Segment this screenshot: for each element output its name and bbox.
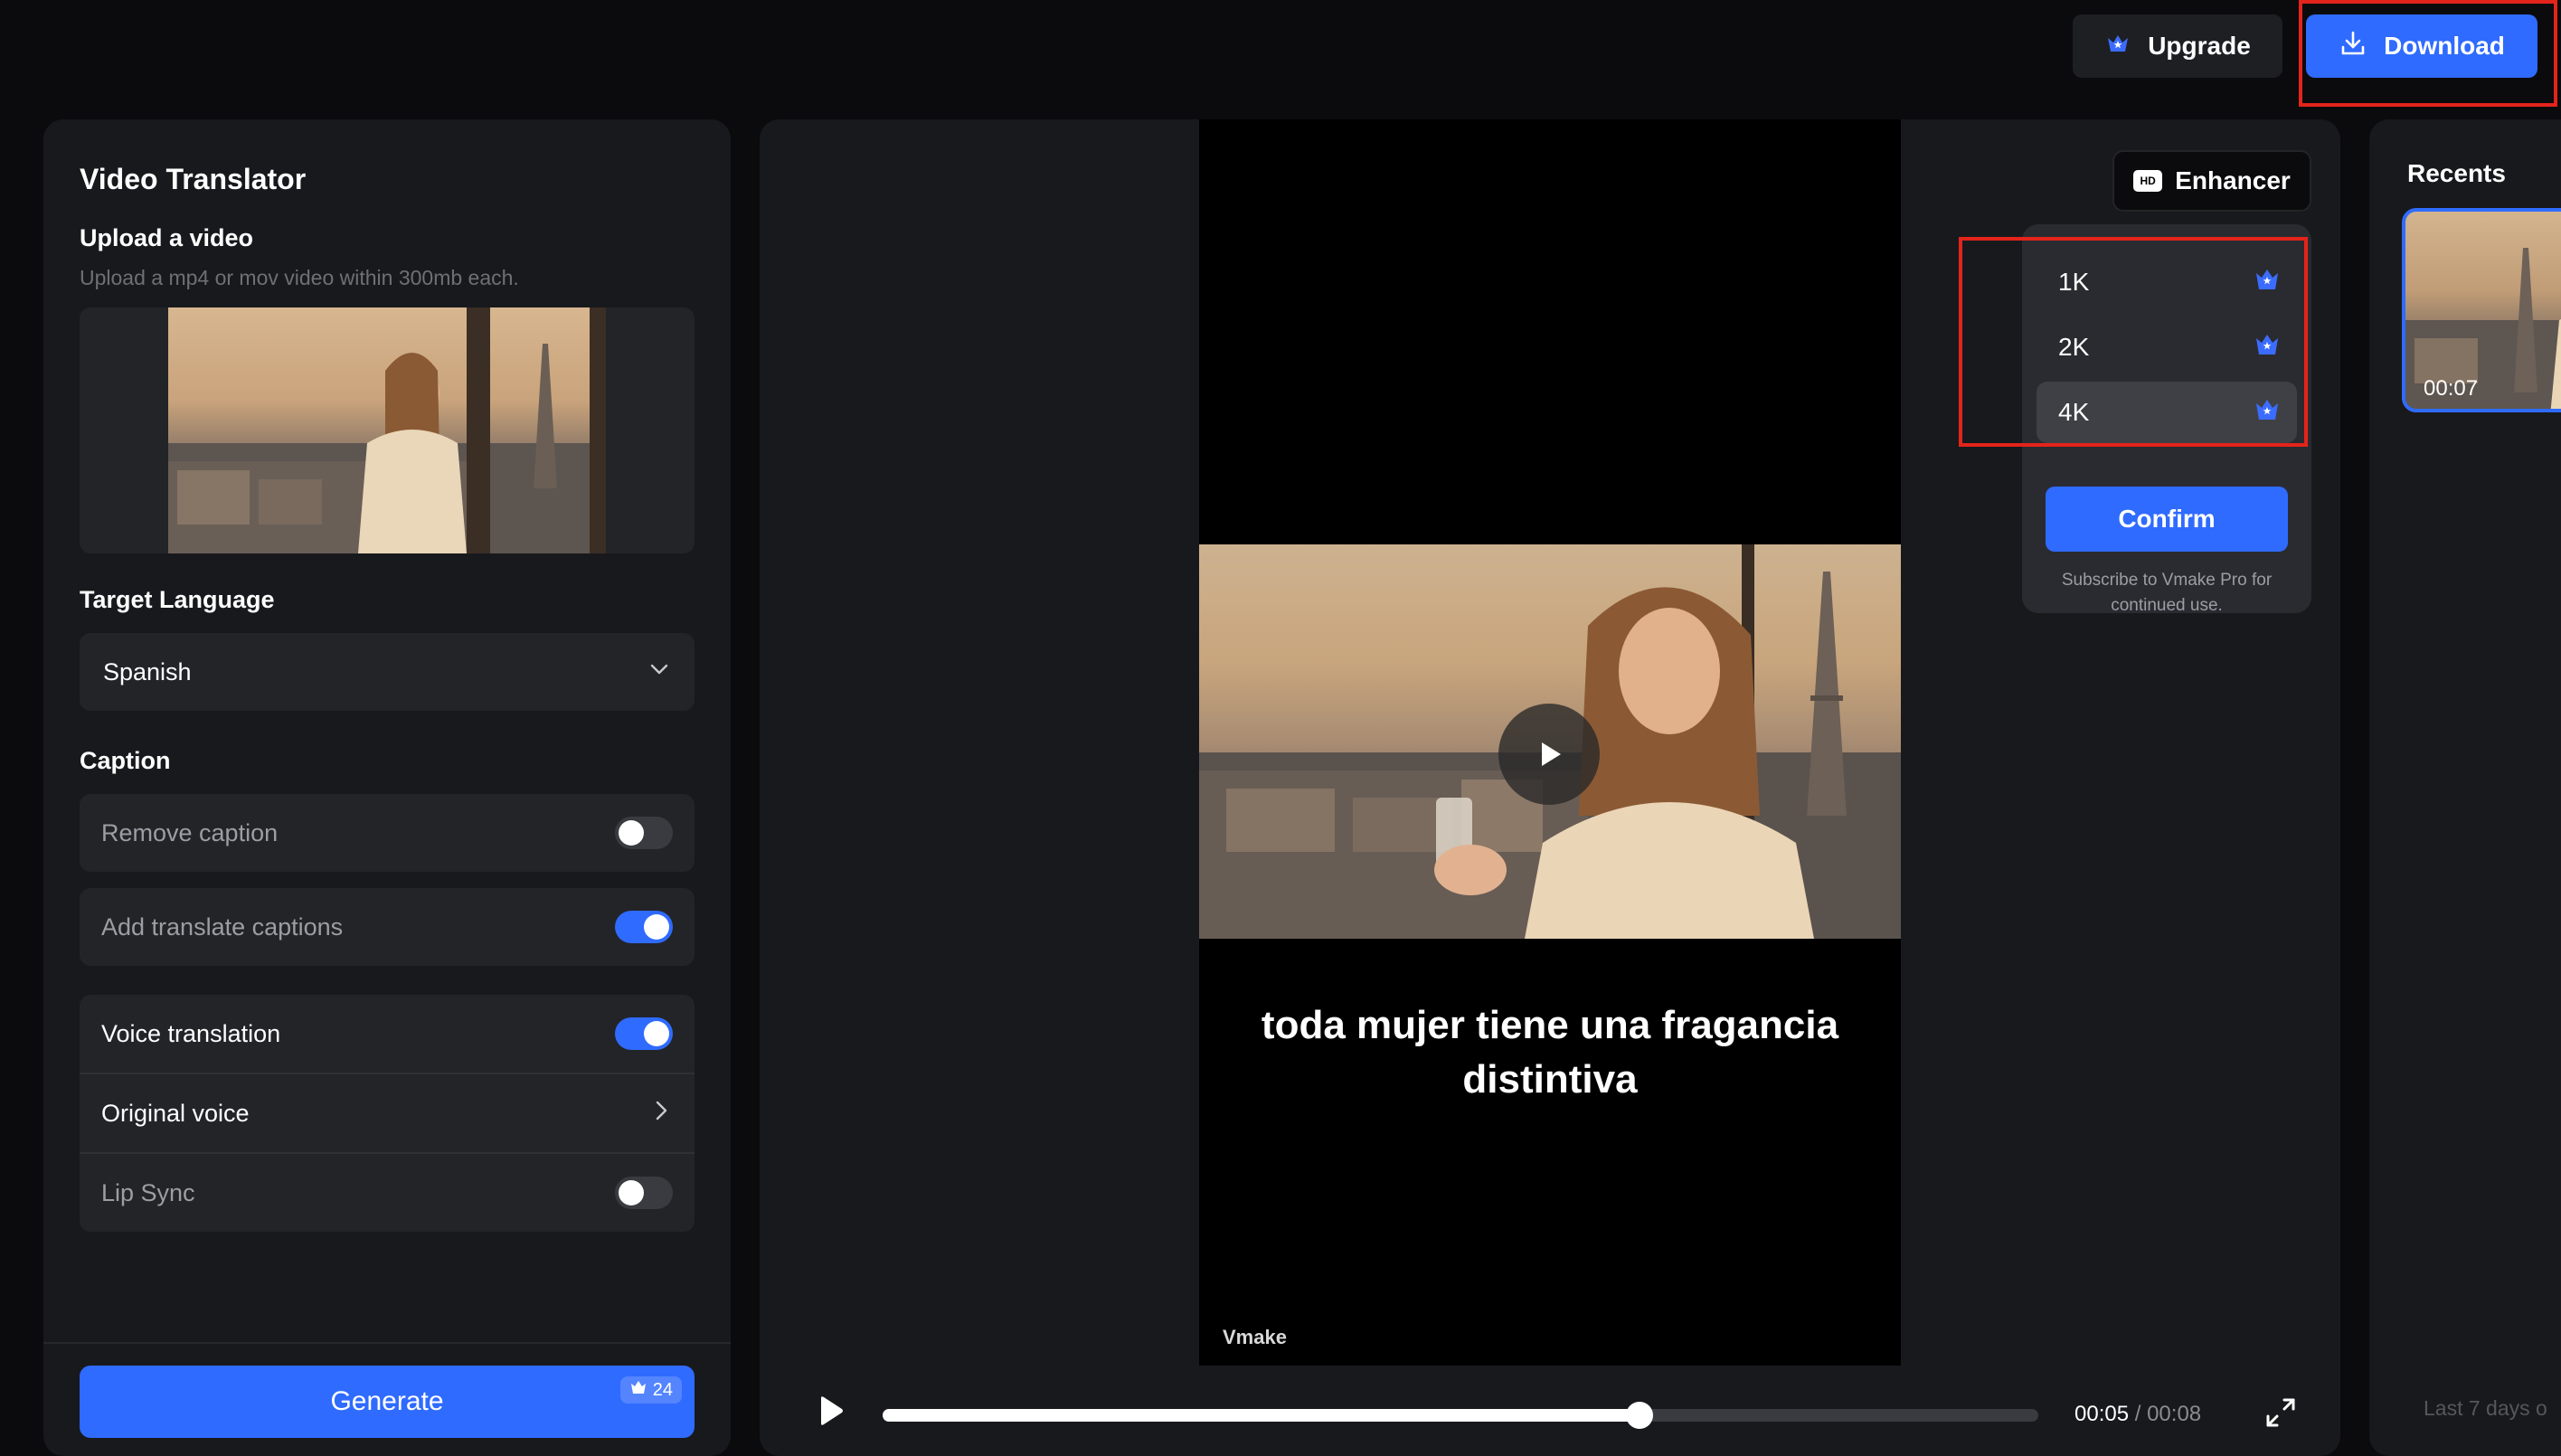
- video-caption: toda mujer tiene una fragancia distintiv…: [1261, 1003, 1839, 1101]
- player-play-button[interactable]: [810, 1391, 850, 1435]
- crown-icon: [629, 1379, 647, 1401]
- voice-translation-toggle[interactable]: [615, 1017, 673, 1050]
- hd-icon: HD: [2133, 170, 2163, 192]
- remove-caption-toggle[interactable]: [615, 817, 673, 849]
- subscription-note: Subscribe to Vmake Pro for continued use…: [2061, 571, 2273, 615]
- target-language-select[interactable]: Spanish: [80, 633, 695, 711]
- download-label: Download: [2384, 32, 2505, 60]
- watermark: Vmake: [1223, 1326, 1287, 1348]
- upload-title: Upload a video: [80, 224, 254, 251]
- upload-dropzone[interactable]: [80, 307, 695, 553]
- preview-panel: toda mujer tiene una fragancia distintiv…: [760, 119, 2340, 1456]
- target-language-value: Spanish: [103, 657, 192, 685]
- recents-title: Recents: [2407, 159, 2506, 187]
- add-translate-captions-label: Add translate captions: [101, 912, 344, 941]
- progress-bar[interactable]: [883, 1402, 2038, 1429]
- resolution-highlight: [1959, 237, 2308, 447]
- original-voice-row[interactable]: Original voice: [80, 1074, 695, 1152]
- confirm-button[interactable]: Confirm: [2046, 487, 2288, 552]
- download-button[interactable]: Download: [2306, 14, 2537, 78]
- lip-sync-row: Lip Sync: [80, 1154, 695, 1232]
- recent-item[interactable]: 00:07: [2402, 208, 2561, 412]
- recents-footer: Last 7 days o: [2424, 1396, 2547, 1420]
- fullscreen-icon[interactable]: [2263, 1395, 2299, 1435]
- generate-button[interactable]: Generate 24: [80, 1366, 695, 1438]
- voice-translation-row: Voice translation: [80, 995, 695, 1073]
- add-translate-captions-toggle[interactable]: [615, 911, 673, 943]
- enhancer-button[interactable]: HD Enhancer: [2112, 150, 2311, 212]
- voice-settings-group: Voice translation Original voice Lip Syn…: [80, 995, 695, 1232]
- original-voice-label: Original voice: [101, 1099, 250, 1127]
- video-play-button[interactable]: [1498, 704, 1600, 805]
- credit-count: 24: [652, 1379, 673, 1400]
- panel-title: Video Translator: [80, 163, 307, 195]
- footer-divider: [43, 1342, 731, 1344]
- video-player[interactable]: toda mujer tiene una fragancia distintiv…: [1199, 119, 1901, 1366]
- recent-duration: 00:07: [2424, 376, 2479, 401]
- target-language-label: Target Language: [80, 586, 275, 613]
- remove-caption-row: Remove caption: [80, 794, 695, 872]
- current-time: 00:05: [2074, 1402, 2130, 1426]
- video-thumbnail: [168, 307, 606, 553]
- lip-sync-toggle[interactable]: [615, 1177, 673, 1209]
- recents-panel: Recents 00:07 Last 7 days o: [2369, 119, 2561, 1456]
- progress-handle[interactable]: [1626, 1402, 1654, 1429]
- add-translate-captions-row: Add translate captions: [80, 888, 695, 966]
- video-frame: [1199, 544, 1901, 939]
- upload-subtitle: Upload a mp4 or mov video within 300mb e…: [80, 266, 519, 289]
- time-display: 00:05 / 00:08: [2074, 1402, 2201, 1427]
- chevron-right-icon: [649, 1099, 673, 1129]
- chevron-down-icon: [647, 657, 671, 687]
- time-separator: /: [2134, 1402, 2141, 1426]
- download-icon: [2339, 29, 2367, 64]
- caption-label: Caption: [80, 747, 171, 774]
- enhancer-label: Enhancer: [2175, 166, 2291, 194]
- remove-caption-label: Remove caption: [101, 818, 279, 846]
- settings-panel: Video Translator Upload a video Upload a…: [43, 119, 731, 1456]
- lip-sync-label: Lip Sync: [101, 1178, 195, 1206]
- generate-label: Generate: [330, 1386, 444, 1416]
- upgrade-button[interactable]: Upgrade: [2073, 14, 2282, 78]
- credit-badge: 24: [619, 1376, 682, 1404]
- voice-translation-label: Voice translation: [101, 1019, 281, 1047]
- crown-icon: [2104, 30, 2131, 63]
- upgrade-label: Upgrade: [2148, 32, 2251, 60]
- progress-fill: [883, 1409, 1640, 1422]
- duration: 00:08: [2147, 1402, 2202, 1426]
